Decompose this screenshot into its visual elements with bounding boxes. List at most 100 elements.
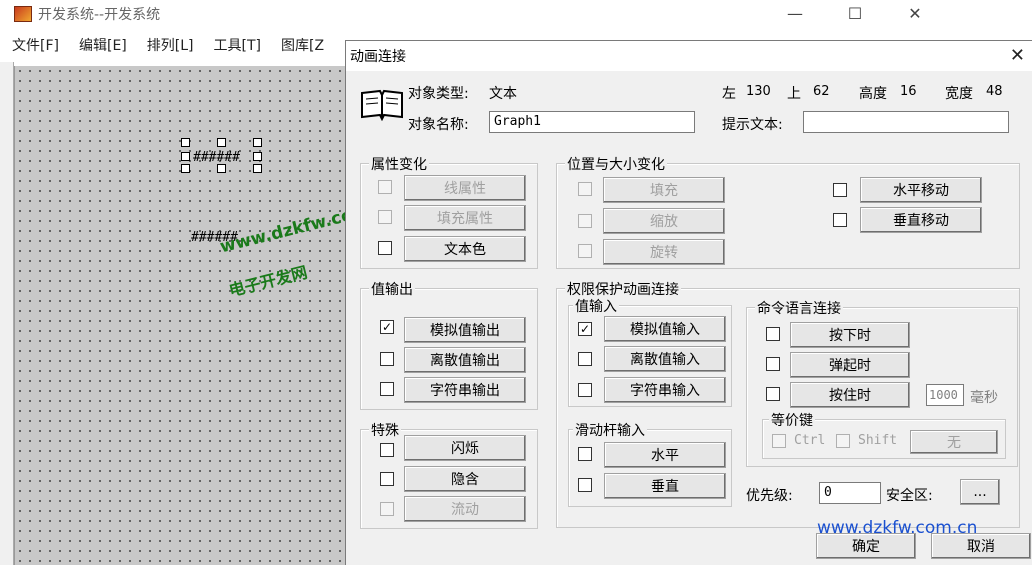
checkbox-on-release[interactable]: [766, 357, 780, 371]
menu-file[interactable]: 文件[F]: [12, 35, 59, 55]
on-release-button[interactable]: 弹起时: [790, 352, 910, 378]
fill-attr-button[interactable]: 填充属性: [404, 205, 526, 231]
resize-handle[interactable]: [181, 164, 190, 173]
resize-handle[interactable]: [217, 164, 226, 173]
group-title: 命令语言连接: [755, 298, 843, 318]
menu-tools[interactable]: 工具[T]: [214, 35, 261, 55]
resize-handle[interactable]: [253, 138, 262, 147]
object-type-value: 文本: [489, 86, 517, 102]
v-move-button[interactable]: 垂直移动: [860, 207, 982, 233]
hold-interval-input[interactable]: 1000: [926, 384, 964, 406]
checkbox-discrete-output[interactable]: [380, 352, 394, 366]
checkbox-while-held[interactable]: [766, 387, 780, 401]
flow-button[interactable]: 流动: [404, 496, 526, 522]
checkbox-fill[interactable]: [578, 182, 592, 196]
discrete-input-button[interactable]: 离散值输入: [604, 346, 726, 372]
top-value: 62: [813, 84, 830, 99]
hide-button[interactable]: 隐含: [404, 466, 526, 492]
checkbox-slider-horizontal[interactable]: [578, 447, 592, 461]
checkbox-fill-attr[interactable]: [378, 210, 392, 224]
checkbox-string-output[interactable]: [380, 382, 394, 396]
checkbox-v-move[interactable]: [833, 213, 847, 227]
text-color-button[interactable]: 文本色: [404, 236, 526, 262]
width-value: 48: [986, 84, 1003, 99]
analog-input-button[interactable]: 模拟值输入: [604, 316, 726, 342]
group-title: 值输出: [369, 279, 415, 299]
group-title: 属性变化: [369, 154, 429, 174]
menu-edit[interactable]: 编辑[E]: [79, 35, 127, 55]
checkbox-analog-input[interactable]: ✓: [578, 322, 592, 336]
maximize-button[interactable]: ☐: [832, 0, 878, 26]
app-icon: [14, 6, 32, 22]
while-held-button[interactable]: 按住时: [790, 382, 910, 408]
checkbox-string-input[interactable]: [578, 383, 592, 397]
group-title: 值输入: [573, 296, 619, 316]
rotate-button[interactable]: 旋转: [603, 239, 725, 265]
string-output-button[interactable]: 字符串输出: [404, 377, 526, 403]
selected-text-object[interactable]: ######: [193, 150, 240, 165]
priority-input[interactable]: 0: [819, 482, 881, 504]
h-move-button[interactable]: 水平移动: [860, 177, 982, 203]
watermark-url-bottom: www.dzkfw.com.cn: [817, 518, 978, 538]
group-title: 特殊: [369, 420, 401, 440]
height-label: 高度: [859, 86, 887, 102]
group-title: 滑动杆输入: [573, 420, 647, 440]
checkbox-rotate[interactable]: [578, 244, 592, 258]
checkbox-blink[interactable]: [380, 443, 394, 457]
resize-handle[interactable]: [181, 152, 190, 161]
bg-title-bar: 开发系统--开发系统: [14, 4, 160, 24]
object-name-label: 对象名称:: [408, 117, 469, 133]
checkbox-analog-output[interactable]: ✓: [380, 320, 394, 334]
dialog-close-icon[interactable]: ✕: [1010, 45, 1025, 66]
checkbox-ctrl[interactable]: [772, 434, 786, 448]
fill-button[interactable]: 填充: [603, 177, 725, 203]
hint-text-input[interactable]: [803, 111, 1009, 133]
resize-handle[interactable]: [217, 138, 226, 147]
checkbox-text-color[interactable]: [378, 241, 392, 255]
security-zone-label: 安全区:: [886, 488, 933, 504]
slider-vertical-button[interactable]: 垂直: [604, 473, 726, 499]
left-toolbar-strip: [0, 62, 14, 565]
book-icon: [361, 89, 403, 121]
object-type-label: 对象类型:: [408, 86, 469, 102]
left-value: 130: [746, 84, 771, 99]
security-zone-button[interactable]: ...: [960, 479, 1000, 505]
left-label: 左: [722, 86, 736, 102]
menu-library[interactable]: 图库[Z: [281, 35, 324, 55]
resize-handle[interactable]: [181, 138, 190, 147]
animation-link-dialog: 动画连接 ✕ 对象类型: 文本 左 130 上 62 高度 16 宽度 48 对…: [345, 40, 1032, 565]
checkbox-scale[interactable]: [578, 214, 592, 228]
resize-handle[interactable]: [253, 164, 262, 173]
priority-label: 优先级:: [746, 488, 793, 504]
checkbox-on-press[interactable]: [766, 327, 780, 341]
object-name-input[interactable]: Graph1: [489, 111, 695, 133]
checkbox-h-move[interactable]: [833, 183, 847, 197]
close-button[interactable]: ✕: [892, 0, 938, 26]
analog-output-button[interactable]: 模拟值输出: [404, 317, 526, 343]
drawing-canvas[interactable]: ###### ######.: [14, 66, 346, 565]
checkbox-discrete-input[interactable]: [578, 352, 592, 366]
ctrl-label: Ctrl: [794, 433, 826, 448]
group-title: 等价键: [769, 410, 815, 430]
line-attr-button[interactable]: 线属性: [404, 175, 526, 201]
menu-arrange[interactable]: 排列[L]: [147, 35, 194, 55]
checkbox-line-attr[interactable]: [378, 180, 392, 194]
slider-horizontal-button[interactable]: 水平: [604, 442, 726, 468]
checkbox-slider-vertical[interactable]: [578, 478, 592, 492]
discrete-output-button[interactable]: 离散值输出: [404, 347, 526, 373]
blink-button[interactable]: 闪烁: [404, 435, 526, 461]
resize-handle[interactable]: [253, 152, 262, 161]
height-value: 16: [900, 84, 917, 99]
string-input-button[interactable]: 字符串输入: [604, 377, 726, 403]
on-press-button[interactable]: 按下时: [790, 322, 910, 348]
checkbox-hide[interactable]: [380, 472, 394, 486]
checkbox-shift[interactable]: [836, 434, 850, 448]
minimize-button[interactable]: —: [772, 0, 818, 26]
group-title: 位置与大小变化: [565, 154, 667, 174]
dialog-title: 动画连接: [350, 49, 406, 65]
hold-unit-label: 毫秒: [970, 390, 998, 406]
checkbox-flow[interactable]: [380, 502, 394, 516]
hotkey-button[interactable]: 无: [910, 430, 998, 454]
dialog-title-bar: 动画连接 ✕: [346, 41, 1032, 71]
scale-button[interactable]: 缩放: [603, 208, 725, 234]
